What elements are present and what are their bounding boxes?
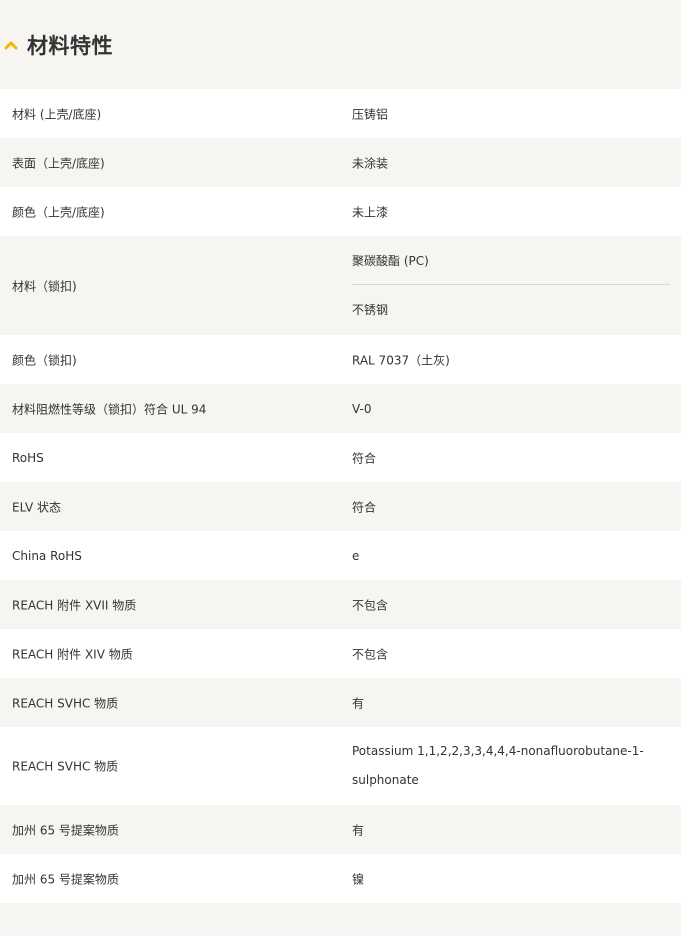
- row-label: 加州 65 号提案物质: [12, 872, 119, 886]
- row-value: V-0: [352, 401, 372, 416]
- row-label: China RoHS: [12, 548, 82, 563]
- section-title: 材料特性: [27, 34, 113, 58]
- row-value-list: 聚碳酸酯 (PC) 不锈钢: [352, 236, 670, 335]
- row-value: RAL 7037（土灰): [352, 353, 450, 367]
- row-label: REACH SVHC 物质: [12, 696, 119, 710]
- row-value: 未涂装: [352, 156, 389, 170]
- row-value: 未上漆: [352, 205, 389, 219]
- row-value: 有: [352, 823, 365, 837]
- row-label: REACH SVHC 物质: [12, 759, 119, 774]
- table-row: REACH SVHC 物质 Potassium 1,1,2,2,3,3,4,4,…: [0, 727, 681, 805]
- table-row: ELV 状态 符合: [0, 482, 681, 531]
- row-value: 有: [352, 696, 365, 710]
- section-header[interactable]: 材料特性: [0, 0, 681, 89]
- row-label: 颜色（上壳/底座): [12, 205, 105, 219]
- row-label: REACH 附件 XIV 物质: [12, 647, 133, 661]
- row-value: 不包含: [352, 598, 389, 612]
- row-label: REACH 附件 XVII 物质: [12, 598, 137, 612]
- table-row: 材料 (上壳/底座) 压铸铝: [0, 89, 681, 138]
- table-row: 颜色（锁扣) RAL 7037（土灰): [0, 335, 681, 384]
- row-value: 符合: [352, 451, 377, 465]
- table-row: 加州 65 号提案物质 有: [0, 805, 681, 854]
- table-row: 表面（上壳/底座) 未涂装: [0, 138, 681, 187]
- row-value: 镍: [352, 872, 365, 886]
- row-label: ELV 状态: [12, 500, 61, 514]
- table-row: 材料阻燃性等级（锁扣）符合 UL 94 V-0: [0, 384, 681, 433]
- table-row: REACH 附件 XIV 物质 不包含: [0, 629, 681, 678]
- row-value: 压铸铝: [352, 107, 389, 121]
- row-value: 聚碳酸酯 (PC): [352, 236, 670, 285]
- row-label: 材料 (上壳/底座): [12, 107, 102, 121]
- table-row: REACH 附件 XVII 物质 不包含: [0, 580, 681, 629]
- row-label: 材料阻燃性等级（锁扣）符合 UL 94: [12, 402, 207, 416]
- chevron-up-icon[interactable]: [4, 40, 18, 50]
- row-label: 加州 65 号提案物质: [12, 823, 119, 837]
- row-value: 不锈钢: [352, 303, 389, 317]
- row-value: 不包含: [352, 647, 389, 661]
- table-row: RoHS 符合: [0, 433, 681, 482]
- table-row: 加州 65 号提案物质 镍: [0, 854, 681, 903]
- table-row: 材料（锁扣) 聚碳酸酯 (PC) 不锈钢: [0, 236, 681, 335]
- table-row: China RoHS e: [0, 531, 681, 580]
- row-label: 材料（锁扣): [12, 279, 77, 293]
- row-label: 颜色（锁扣): [12, 353, 77, 367]
- properties-table: 材料 (上壳/底座) 压铸铝 表面（上壳/底座) 未涂装 颜色（上壳/底座) 未…: [0, 89, 681, 903]
- row-label: RoHS: [12, 450, 44, 465]
- row-value: e: [352, 548, 360, 563]
- row-value: 符合: [352, 500, 377, 514]
- table-row: 颜色（上壳/底座) 未上漆: [0, 187, 681, 236]
- row-value: Potassium 1,1,2,2,3,3,4,4,4-nonafluorobu…: [352, 744, 644, 787]
- row-label: 表面（上壳/底座): [12, 156, 105, 170]
- table-row: REACH SVHC 物质 有: [0, 678, 681, 727]
